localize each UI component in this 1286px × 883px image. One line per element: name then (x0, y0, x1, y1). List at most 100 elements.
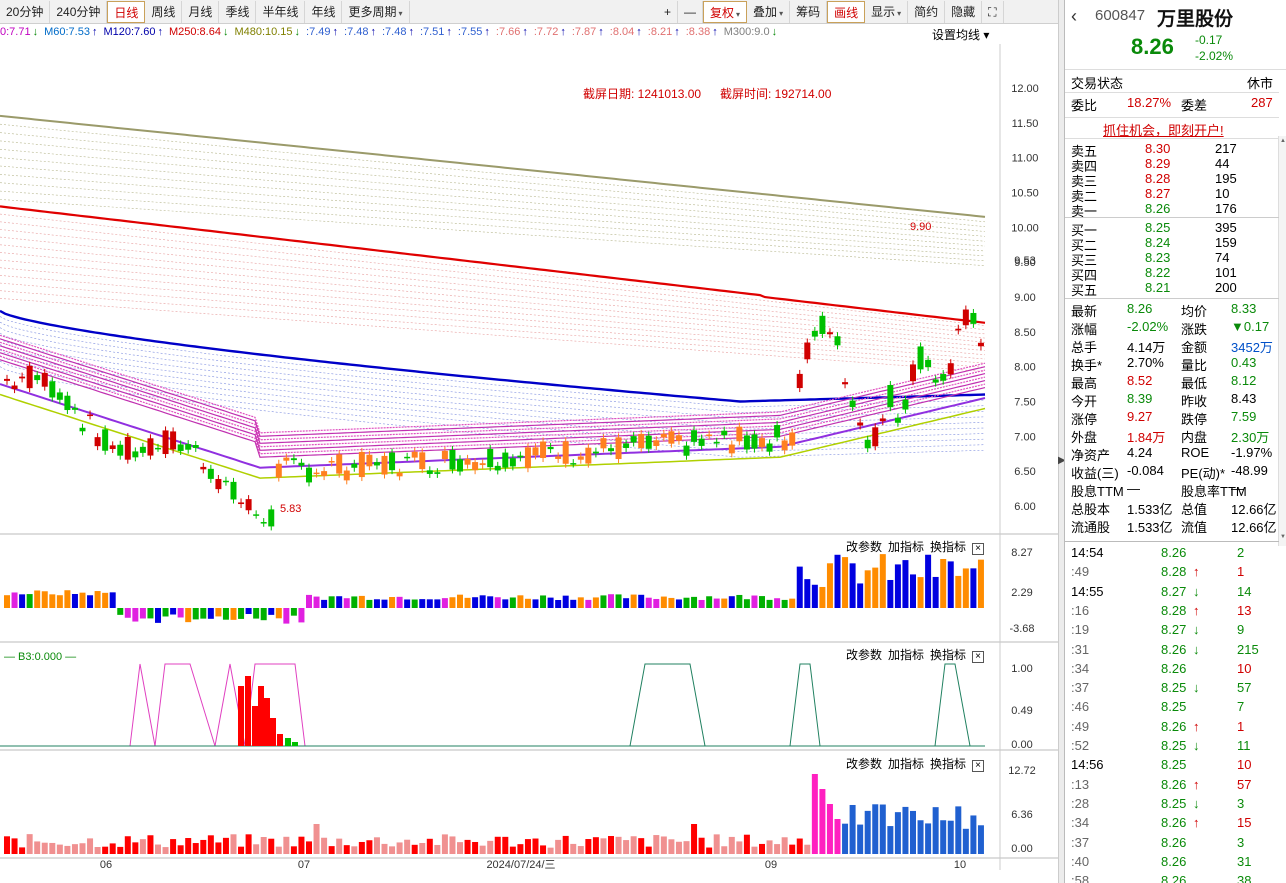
indicator3-bar (509, 846, 516, 854)
candle-body (472, 462, 479, 471)
indicator3-bar (804, 844, 811, 854)
tool-button[interactable]: 叠加 ▾ (747, 1, 791, 23)
tool-button[interactable]: + (658, 1, 679, 23)
stock-name: 万里股份 (1157, 9, 1234, 30)
switch-indicator-button[interactable]: 换指标 (930, 540, 966, 554)
tick-row: :16 8.28 ↑ 13 (1065, 603, 1279, 621)
price-axis-label: 11.00 (1012, 153, 1039, 165)
ma-legend-item: :7.48 (381, 26, 407, 38)
ma-line (0, 244, 986, 343)
tick-row: :34 8.26 ↑ 15 (1065, 815, 1279, 833)
candle-body (177, 444, 184, 451)
indicator3-bar (449, 836, 456, 854)
indicator3-bar (842, 823, 849, 854)
ma-settings-button[interactable]: 设置均线 ▾ (932, 26, 989, 43)
indicator1-bar (577, 597, 584, 608)
scrollbar[interactable]: ▲ ▼ (1278, 136, 1286, 546)
period-tab[interactable]: 20分钟 (0, 0, 51, 23)
indicator1-bar (268, 608, 275, 615)
indicator3-bar (864, 810, 871, 854)
bid-price: 8.24 (1145, 235, 1171, 250)
indicator3-bar (494, 836, 501, 854)
close-icon[interactable]: × (972, 760, 985, 772)
tool-button[interactable]: — (678, 1, 704, 23)
scroll-up-icon[interactable]: ▲ (1279, 138, 1286, 148)
ma-direction-icon: ↑ (598, 26, 604, 38)
quote-row: 股息TTM — 股息率TTM — (1065, 481, 1279, 499)
indicator3-bar (872, 804, 879, 854)
period-tab[interactable]: 日线 (107, 0, 146, 23)
kline-svg[interactable]: 12.0011.5011.0010.5010.009.539.509.008.5… (0, 44, 1058, 870)
down-arrow-icon: ↓ (1193, 680, 1200, 696)
fullscreen-icon[interactable]: ⛶ (982, 1, 1004, 23)
change-params-button[interactable]: 改参数 (846, 540, 882, 554)
indicator3-bar (222, 837, 229, 854)
tick-time: 14:55 (1071, 583, 1104, 599)
tool-button[interactable]: 筹码 (790, 1, 828, 23)
indicator1-bar (49, 594, 56, 608)
add-indicator-button[interactable]: 加指标 (888, 540, 924, 554)
period-tab[interactable]: 周线 (145, 0, 183, 23)
indicator3-bar (932, 807, 939, 854)
add-indicator-button[interactable]: 加指标 (888, 757, 924, 771)
indicator3-bar (426, 838, 433, 854)
period-tab[interactable]: 季线 (219, 0, 257, 23)
promo-link[interactable]: 抓住机会，即刻开户! (1065, 117, 1279, 139)
period-tab[interactable]: 年线 (305, 0, 343, 23)
change-params-button[interactable]: 改参数 (846, 648, 882, 662)
tool-button[interactable]: 显示 ▾ (865, 1, 909, 23)
candle-body (630, 436, 637, 443)
indicator3-bar (139, 839, 146, 854)
tick-time: :37 (1071, 680, 1090, 696)
scroll-down-icon[interactable]: ▼ (1279, 534, 1286, 544)
switch-indicator-button[interactable]: 换指标 (930, 648, 966, 662)
indicator1-bar (872, 567, 879, 608)
tool-button[interactable]: 隐藏 (945, 1, 983, 23)
add-indicator-button[interactable]: 加指标 (888, 648, 924, 662)
quote-label: 最高 (1071, 376, 1098, 391)
ask-volume: 217 (1215, 141, 1237, 156)
indicator3-bar (389, 846, 396, 854)
indicator1-tools: 改参数 加指标 换指标 × (846, 538, 990, 555)
time-axis-label: 10 (954, 859, 966, 870)
tool-button[interactable]: 简约 (908, 1, 946, 23)
indicator3-bar (547, 847, 554, 854)
kline-chart-area[interactable]: 12.00 11.50 11.00 10.50 10.00 9.53 9.50 9.00 8.5… (0, 44, 1058, 870)
switch-indicator-button[interactable]: 换指标 (930, 757, 966, 771)
indicator1-bar (109, 592, 116, 608)
indicator3-bar (102, 846, 109, 854)
quote-row: 涨停 9.27 跌停 7.59 (1065, 409, 1279, 427)
tool-button[interactable]: 画线 (827, 1, 866, 23)
tick-price: 8.27 (1161, 622, 1187, 638)
tool-button[interactable]: 复权 ▾ (703, 1, 748, 23)
indicator2-bar (252, 706, 258, 746)
back-arrow-icon[interactable]: ‹ (1071, 6, 1077, 27)
indicator1-bar (71, 593, 78, 608)
tick-price: 8.26 (1161, 853, 1187, 869)
candle-body (698, 438, 705, 446)
indicator1-bar (698, 599, 705, 608)
candle-body (124, 436, 131, 460)
indicator3-bar (306, 841, 312, 854)
period-tab[interactable]: 240分钟 (50, 0, 108, 23)
quote-label: 涨停 (1071, 412, 1098, 427)
period-tab[interactable]: 更多周期 ▾ (342, 0, 410, 23)
quote-row: 总股本 1.533亿 总值 12.66亿 (1065, 499, 1279, 517)
period-tab[interactable]: 半年线 (256, 0, 306, 23)
indicator3-bar (577, 846, 584, 854)
candle-body (87, 414, 94, 417)
indicator1-bar (117, 608, 124, 615)
quote-value: 12.66亿 (1231, 502, 1277, 517)
close-icon[interactable]: × (972, 651, 985, 663)
indicator3-bar (819, 789, 826, 854)
period-tab[interactable]: 月线 (182, 0, 220, 23)
change-params-button[interactable]: 改参数 (846, 757, 882, 771)
indicator3-bar (275, 846, 282, 854)
tick-row: 14:56 8.25 10 (1065, 757, 1279, 775)
indicator3-bar (185, 838, 192, 854)
price-axis-label: 12.00 (1011, 83, 1039, 95)
quote-label: 内盘 (1181, 430, 1208, 445)
candle-body (222, 480, 229, 483)
close-icon[interactable]: × (972, 543, 985, 555)
indicator1-bar (713, 598, 720, 608)
